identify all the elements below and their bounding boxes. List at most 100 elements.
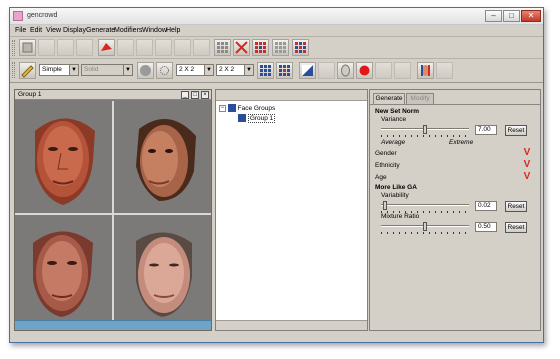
paste-icon[interactable] [76,39,93,56]
menu-generate[interactable]: Generate [86,27,115,34]
face-icon-2[interactable] [375,62,392,79]
grid-gray-icon[interactable] [272,39,289,56]
grid-select-icon[interactable] [276,62,293,79]
tool-icon-5[interactable] [193,39,210,56]
shading-select[interactable]: Solid ▼ [81,64,133,76]
face-gray-icon[interactable] [318,62,335,79]
tree-scrollbar[interactable] [216,320,367,330]
record-icon[interactable] [356,62,373,79]
tree-item-root[interactable]: − Face Groups [219,104,275,113]
new-group-icon[interactable] [19,39,36,56]
grid-select-1-value: 2 X 2 [179,66,195,73]
tool-icon-2[interactable] [136,39,153,56]
mixture-reset-button[interactable]: Reset [505,222,527,233]
face-color-icon[interactable] [417,62,434,79]
close-button[interactable]: ✕ [521,10,541,22]
age-check-icon[interactable]: V [522,172,532,182]
face-image [33,231,93,317]
tree-item-group[interactable]: Group 1 [238,114,276,123]
menu-help[interactable]: Help [166,27,180,34]
viewport-divider[interactable] [112,101,114,329]
face-icon-3[interactable] [394,62,411,79]
minimize-icon[interactable]: _ [181,91,189,99]
toolbar-display: Simple ▼ Solid ▼ 2 X 2 ▼ 2 X 2 ▼ [10,59,543,83]
menu-display[interactable]: Display [63,27,86,34]
copy-icon[interactable] [57,39,74,56]
menu-window[interactable]: Window [142,27,167,34]
face-cell[interactable] [114,215,211,327]
ethnicity-check-icon[interactable]: V [522,160,532,170]
face-icon-4[interactable] [436,62,453,79]
mixture-slider[interactable] [381,222,469,234]
grid-icon[interactable] [214,39,231,56]
mixture-label: Mixture Ratio [381,213,420,220]
menu-bar: File Edit View Display Generate Modifier… [10,25,543,37]
slider-thumb[interactable] [423,125,427,134]
viewport-titlebar: Group 1 _ □ × [15,90,211,100]
maximize-button[interactable]: □ [503,10,520,22]
sparkle-icon[interactable] [156,62,173,79]
collapse-icon[interactable]: − [219,104,226,112]
face-image [136,119,196,201]
face-cell[interactable] [15,215,112,327]
viewport-scrollbar[interactable] [15,320,211,330]
tool-icon-4[interactable] [174,39,191,56]
face-viewport[interactable]: Group 1 _ □ × [14,89,212,331]
tree-panel: − Face Groups Group 1 [215,89,368,331]
tab-modify[interactable]: Modify [406,93,434,104]
tool-icon-3[interactable] [155,39,172,56]
pencil-icon[interactable] [19,62,36,79]
open-icon[interactable] [38,39,55,56]
minimize-button[interactable]: – [485,10,502,22]
split-view-icon[interactable] [299,62,316,79]
face-outline-icon[interactable] [337,62,354,79]
slider-ticks [381,135,469,137]
close-icon[interactable]: × [201,91,209,99]
menu-edit[interactable]: Edit [30,27,42,34]
properties-panel: Generate Modify New Set Norm Variance 7.… [369,89,541,331]
face-cell[interactable] [114,101,211,213]
toolbar-grip[interactable] [12,40,15,56]
grid-select-1[interactable]: 2 X 2 ▼ [176,64,214,76]
app-icon [13,11,23,21]
viewport-divider[interactable] [15,213,211,215]
group-folder-icon [227,104,236,113]
slider-track [381,204,469,206]
grid-red-icon[interactable] [252,39,269,56]
variance-reset-button[interactable]: Reset [505,125,527,136]
grid-select-2-value: 2 X 2 [219,66,235,73]
grid-mixed-icon[interactable] [292,39,309,56]
generate-red-icon[interactable] [98,39,115,56]
grid-blue-icon[interactable] [257,62,274,79]
variance-label: Variance [381,116,407,123]
variance-slider[interactable] [381,125,469,137]
variability-reset-button[interactable]: Reset [505,201,527,212]
variability-slider[interactable] [381,201,469,213]
app-window: gencrowd – □ ✕ File Edit View Display Ge… [9,7,544,343]
chevron-down-icon: ▼ [123,65,132,75]
maximize-icon[interactable]: □ [191,91,199,99]
slider-max-label: Extreme [449,139,474,146]
slider-thumb[interactable] [383,201,387,210]
mixture-value-input[interactable]: 0.50 [475,222,497,232]
menu-file[interactable]: File [15,27,26,34]
delete-icon[interactable] [233,39,250,56]
variability-value-input[interactable]: 0.02 [475,201,497,211]
tab-generate[interactable]: Generate [373,93,405,104]
grid-select-2[interactable]: 2 X 2 ▼ [216,64,254,76]
slider-thumb[interactable] [423,222,427,231]
sphere-icon[interactable] [137,62,154,79]
mode-select-value: Simple [42,66,62,73]
toolbar-grip[interactable] [12,62,15,78]
face-cell[interactable] [15,101,112,213]
variance-value-input[interactable]: 7.00 [475,125,497,135]
mode-select[interactable]: Simple ▼ [39,64,79,76]
tree-header [216,90,367,101]
menu-view[interactable]: View [46,27,61,34]
tool-icon-1[interactable] [117,39,134,56]
new-set-heading: New Set Norm [375,108,420,115]
menu-modifiers[interactable]: Modifiers [114,27,142,34]
gender-check-icon[interactable]: V [522,148,532,158]
variability-label: Variability [381,192,409,199]
more-like-heading: More Like GA [375,184,417,191]
